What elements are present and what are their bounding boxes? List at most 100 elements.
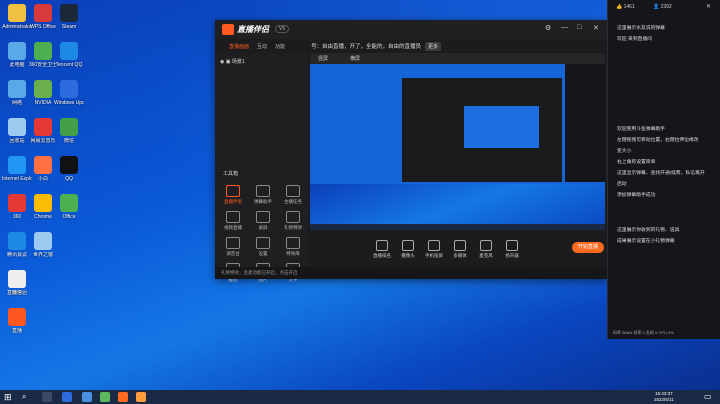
desktop-icon-label: 世界之窗 [32, 252, 53, 258]
notice-more-button[interactable]: 更多 [425, 42, 442, 51]
taskbar-app-icon[interactable] [82, 392, 92, 402]
app-icon [8, 194, 26, 212]
taskbar-app-icon[interactable] [136, 392, 146, 402]
tool-label: 直播伴侣 [224, 199, 242, 204]
preview-tab-portrait[interactable]: 竖屏 [318, 55, 328, 62]
chat-line: 左键拖拽可移动位置，右键拉伸边缘改 [617, 138, 699, 143]
desktop-icon[interactable]: 世界之窗 [28, 232, 58, 258]
desktop-icon-label: Windows Update [54, 100, 84, 106]
tool-label: 录屏 [258, 225, 268, 230]
app-icon [8, 80, 26, 98]
control-button[interactable]: 扬声器 [500, 240, 524, 259]
toolbox-item[interactable]: 弹幕助手 [249, 185, 277, 205]
chat-line: 这里展示你收到的礼物、道具 [617, 228, 680, 233]
app-title: 直播伴侣 [237, 25, 269, 34]
desktop-icon[interactable]: 微信 [54, 118, 84, 144]
desktop-icon[interactable]: 直播 [2, 308, 32, 334]
chat-line: 这里显示弹幕，查找开通/续费，私信再开 [617, 171, 705, 176]
notification-icon[interactable]: ▭ [704, 392, 714, 402]
desktop-icon[interactable]: 微信 [2, 270, 32, 296]
tab-interact[interactable]: 互动 [257, 43, 267, 50]
desktop-icon-label: 微信 [11, 290, 22, 296]
toolbox-item[interactable]: 调音台 [219, 237, 247, 257]
toolbox-item[interactable]: 特效库 [279, 237, 307, 257]
toolbox-title: 工具箱 [223, 171, 239, 177]
clock[interactable]: 15:43:37 2022/6/11 [654, 391, 674, 403]
desktop-icon[interactable]: Windows Update [54, 80, 84, 106]
nested-preview-screen [464, 106, 539, 148]
toolbox-item[interactable]: 直播伴侣 [219, 185, 247, 205]
app-icon [34, 4, 52, 22]
app-icon [60, 118, 78, 136]
toolbox-item[interactable]: 礼物特效 [279, 211, 307, 231]
danmaku-assistant-panel[interactable]: 👍 1461 👤 2392 ✕ 这里展示水友说的弹幕 欢迎 来到直播间 欢迎使用斗鱼… [607, 0, 720, 339]
tab-live-screen[interactable]: 直播画面 [229, 43, 249, 50]
desktop-icon[interactable]: Steam [54, 4, 84, 30]
app-icon [60, 194, 78, 212]
viewers-count: 👤 2392 [653, 4, 672, 10]
nested-chat-panel [565, 64, 605, 182]
control-icon [480, 240, 492, 251]
start-live-button[interactable]: 开始直播 [572, 242, 604, 253]
desktop-icon[interactable]: QQ [54, 156, 84, 182]
minimize-icon[interactable]: — [561, 24, 568, 31]
control-button[interactable]: 直播排名 [370, 240, 394, 259]
app-icon [60, 156, 78, 174]
app-icon [34, 156, 52, 174]
toolbox-item[interactable]: 主播任务 [279, 185, 307, 205]
taskbar-app-icon[interactable] [100, 392, 110, 402]
app-icon [8, 156, 26, 174]
control-label: 摄像头 [401, 253, 415, 258]
status-text: 礼物特效，连麦功能已开启，点击开启 [221, 270, 298, 275]
control-button[interactable]: 手机投屏 [422, 240, 446, 259]
control-button[interactable]: 多媒体 [448, 240, 472, 259]
app-icon [60, 80, 78, 98]
chat-line: 右上角有设置简单 [617, 160, 656, 165]
tool-icon [256, 211, 270, 223]
notice-text: 号：自由直播，开了，全能的，自由的直播员 [311, 44, 422, 50]
chat-line: 启动 [617, 182, 627, 187]
viewers-value: 2392 [660, 4, 672, 10]
desktop-icon[interactable]: Tencent QQ [54, 42, 84, 68]
app-icon [8, 118, 26, 136]
nested-app-preview [402, 78, 562, 182]
tool-icon [286, 185, 300, 197]
toolbox-item[interactable]: 视频直播 [219, 211, 247, 231]
tool-label: 弹幕助手 [254, 199, 272, 204]
live-companion-window[interactable]: 直播伴侣 V5 ⚙ — □ ✕ 直播画面 互动 功能 号：自由直播，开了，全能的… [215, 20, 607, 282]
app-icon [8, 4, 26, 22]
taskbar: ⊞ ⌕ 15:43:37 2022/6/11 ▭ [0, 390, 720, 404]
status-bar: 礼物特效，连麦功能已开启，点击开启 [215, 267, 607, 279]
app-icon [34, 118, 52, 136]
toolbox-item[interactable]: 录屏 [249, 211, 277, 231]
taskbar-app-icon[interactable] [62, 392, 72, 402]
control-icon [402, 240, 414, 251]
app-titlebar[interactable]: 直播伴侣 V5 ⚙ — □ ✕ [215, 20, 607, 39]
taskbar-app-icon[interactable] [118, 392, 128, 402]
toolbox-item[interactable]: 设置 [249, 237, 277, 257]
preview-tab-landscape[interactable]: 横屏 [350, 55, 360, 62]
app-icon [34, 194, 52, 212]
version-badge: V5 [275, 25, 290, 33]
chat-footer: 码率 0Kb/s 帧率 0 丢帧 0 CPU 0% [608, 326, 720, 339]
search-icon[interactable]: ⌕ [22, 392, 32, 402]
control-button[interactable]: 麦克风 [474, 240, 498, 259]
close-icon[interactable]: ✕ [706, 3, 711, 10]
live-preview[interactable] [310, 64, 605, 230]
settings-icon[interactable]: ⚙ [545, 24, 551, 32]
app-icon [60, 4, 78, 22]
close-icon[interactable]: ✕ [593, 24, 599, 32]
start-icon[interactable]: ⊞ [4, 392, 14, 402]
desktop-icon[interactable]: Office [54, 194, 84, 220]
app-icon [8, 232, 26, 250]
maximize-icon[interactable]: □ [577, 24, 581, 31]
control-icon [506, 240, 518, 251]
scene-item[interactable]: ◉ ▣ 场景1 [220, 58, 245, 65]
control-button[interactable]: 摄像头 [396, 240, 420, 259]
control-label: 手机投屏 [425, 253, 443, 258]
control-label: 扬声器 [505, 253, 519, 258]
chat-line: 添加弹幕助手成功 [617, 193, 656, 198]
tab-function[interactable]: 功能 [275, 43, 285, 50]
task-view-icon[interactable] [42, 392, 52, 402]
desktop-icon-label: Tencent QQ [55, 62, 83, 68]
